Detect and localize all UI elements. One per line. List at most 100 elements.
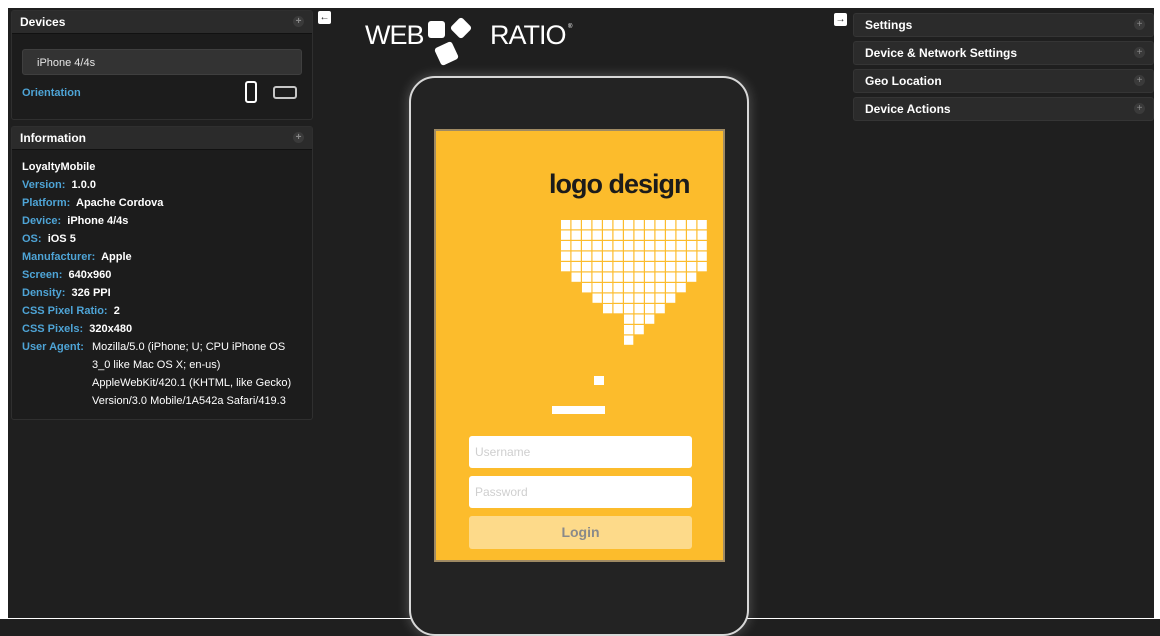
- heart-pixel: [603, 293, 613, 303]
- heart-pixel: [613, 293, 623, 303]
- heart-pixel: [624, 251, 634, 261]
- heart-pixel: [624, 262, 634, 272]
- orientation-label: Orientation: [22, 87, 81, 99]
- expand-icon[interactable]: +: [1134, 19, 1145, 30]
- devices-panel-header[interactable]: Devices +: [12, 11, 312, 34]
- expand-icon[interactable]: +: [1134, 47, 1145, 58]
- heart-pixel: [634, 283, 644, 293]
- heart-pixel: [634, 220, 644, 230]
- user-agent-value: Mozilla/5.0 (iPhone; U; CPU iPhone OS 3_…: [92, 341, 292, 407]
- heart-pixel: [571, 230, 581, 240]
- logo-ratio-text: RATIO: [490, 20, 566, 50]
- heart-pixel: [666, 251, 676, 261]
- heart-pixel: [582, 272, 592, 282]
- heart-pixel: [655, 293, 665, 303]
- app-name: LoyaltyMobile: [22, 161, 96, 173]
- heart-pixel: [666, 293, 676, 303]
- heart-pixel: [645, 304, 655, 314]
- heart-pixel: [666, 283, 676, 293]
- info-value: 326 PPI: [71, 287, 111, 299]
- heart-pixel: [603, 304, 613, 314]
- heart-pixel: [676, 220, 686, 230]
- heart-pixel: [645, 241, 655, 251]
- heart-pixel: [582, 230, 592, 240]
- heart-pixel: [561, 262, 571, 272]
- heart-pixel: [655, 304, 665, 314]
- heart-pixel: [571, 241, 581, 251]
- heart-pixel: [624, 283, 634, 293]
- heart-pixel: [676, 230, 686, 240]
- heart-pixel: [592, 220, 602, 230]
- heart-pixel: [624, 230, 634, 240]
- heart-pixel: [655, 283, 665, 293]
- info-key: Device:: [22, 215, 62, 227]
- heart-pixel: [582, 283, 592, 293]
- info-key: Version:: [22, 179, 66, 191]
- heart-pixel: [613, 262, 623, 272]
- heart-pixel: [676, 241, 686, 251]
- geo-location-label: Geo Location: [865, 74, 942, 88]
- info-value: 2: [113, 305, 120, 317]
- geo-location-panel-header[interactable]: Geo Location +: [853, 69, 1154, 93]
- landscape-orientation-icon[interactable]: [273, 86, 297, 99]
- expand-icon[interactable]: +: [1134, 103, 1145, 114]
- heart-pixel: [687, 220, 697, 230]
- heart-pixel: [561, 230, 571, 240]
- heart-pixel: [613, 283, 623, 293]
- login-button[interactable]: Login: [469, 516, 692, 549]
- settings-label: Settings: [865, 18, 913, 32]
- device-network-settings-panel-header[interactable]: Device & Network Settings +: [853, 41, 1154, 65]
- heart-pixel: [624, 293, 634, 303]
- heart-pixel: [687, 230, 697, 240]
- heart-pixel: [676, 283, 686, 293]
- password-input[interactable]: Password: [469, 476, 692, 508]
- device-actions-panel-header[interactable]: Device Actions +: [853, 97, 1154, 121]
- heart-pixel: [624, 220, 634, 230]
- username-input[interactable]: Username: [469, 436, 692, 468]
- heart-pixel: [582, 220, 592, 230]
- heart-pixel: [624, 241, 634, 251]
- heart-pixel: [687, 251, 697, 261]
- information-panel-title: Information: [20, 131, 86, 145]
- expand-icon[interactable]: +: [1134, 75, 1145, 86]
- logo-web-text: WEB: [365, 20, 425, 50]
- info-value: Apache Cordova: [76, 197, 164, 209]
- heart-pixel: [634, 262, 644, 272]
- heart-pixel: [697, 262, 707, 272]
- info-value: 320x480: [89, 323, 133, 335]
- heart-pixel: [603, 283, 613, 293]
- heart-pixel: [624, 335, 634, 345]
- logo-cube-icon: [449, 16, 473, 40]
- registered-mark: ®: [568, 24, 573, 30]
- heart-pixel: [613, 230, 623, 240]
- heart-pixel: [655, 220, 665, 230]
- info-value: iPhone 4/4s: [67, 215, 129, 227]
- heart-pixel: [613, 220, 623, 230]
- heart-pixel: [645, 251, 655, 261]
- heart-pixel: [655, 272, 665, 282]
- collapse-left-arrow-icon[interactable]: ←: [318, 11, 331, 24]
- heart-pixel: [592, 272, 602, 282]
- expand-icon[interactable]: +: [293, 132, 304, 143]
- pixel-dot: [594, 376, 604, 385]
- info-row: CSS Pixels: 320x480: [22, 320, 312, 338]
- heart-pixel: [666, 241, 676, 251]
- devices-panel: Devices + iPhone 4/4s Orientation: [11, 10, 313, 120]
- heart-pixel: [645, 293, 655, 303]
- heart-pixel: [624, 304, 634, 314]
- info-row: Device: iPhone 4/4s: [22, 212, 312, 230]
- information-panel-header[interactable]: Information +: [12, 127, 312, 150]
- heart-pixel: [676, 272, 686, 282]
- collapse-right-arrow-icon[interactable]: →: [834, 13, 847, 26]
- heart-pixel: [624, 272, 634, 282]
- heart-pixel: [603, 241, 613, 251]
- device-select[interactable]: iPhone 4/4s: [22, 49, 302, 75]
- info-row: Manufacturer: Apple: [22, 248, 312, 266]
- heart-pixel: [645, 230, 655, 240]
- expand-icon[interactable]: +: [293, 16, 304, 27]
- heart-pixel: [571, 272, 581, 282]
- settings-panel-header[interactable]: Settings +: [853, 13, 1154, 37]
- portrait-orientation-icon[interactable]: [245, 81, 257, 103]
- heart-pixel: [655, 262, 665, 272]
- heart-pixel: [666, 220, 676, 230]
